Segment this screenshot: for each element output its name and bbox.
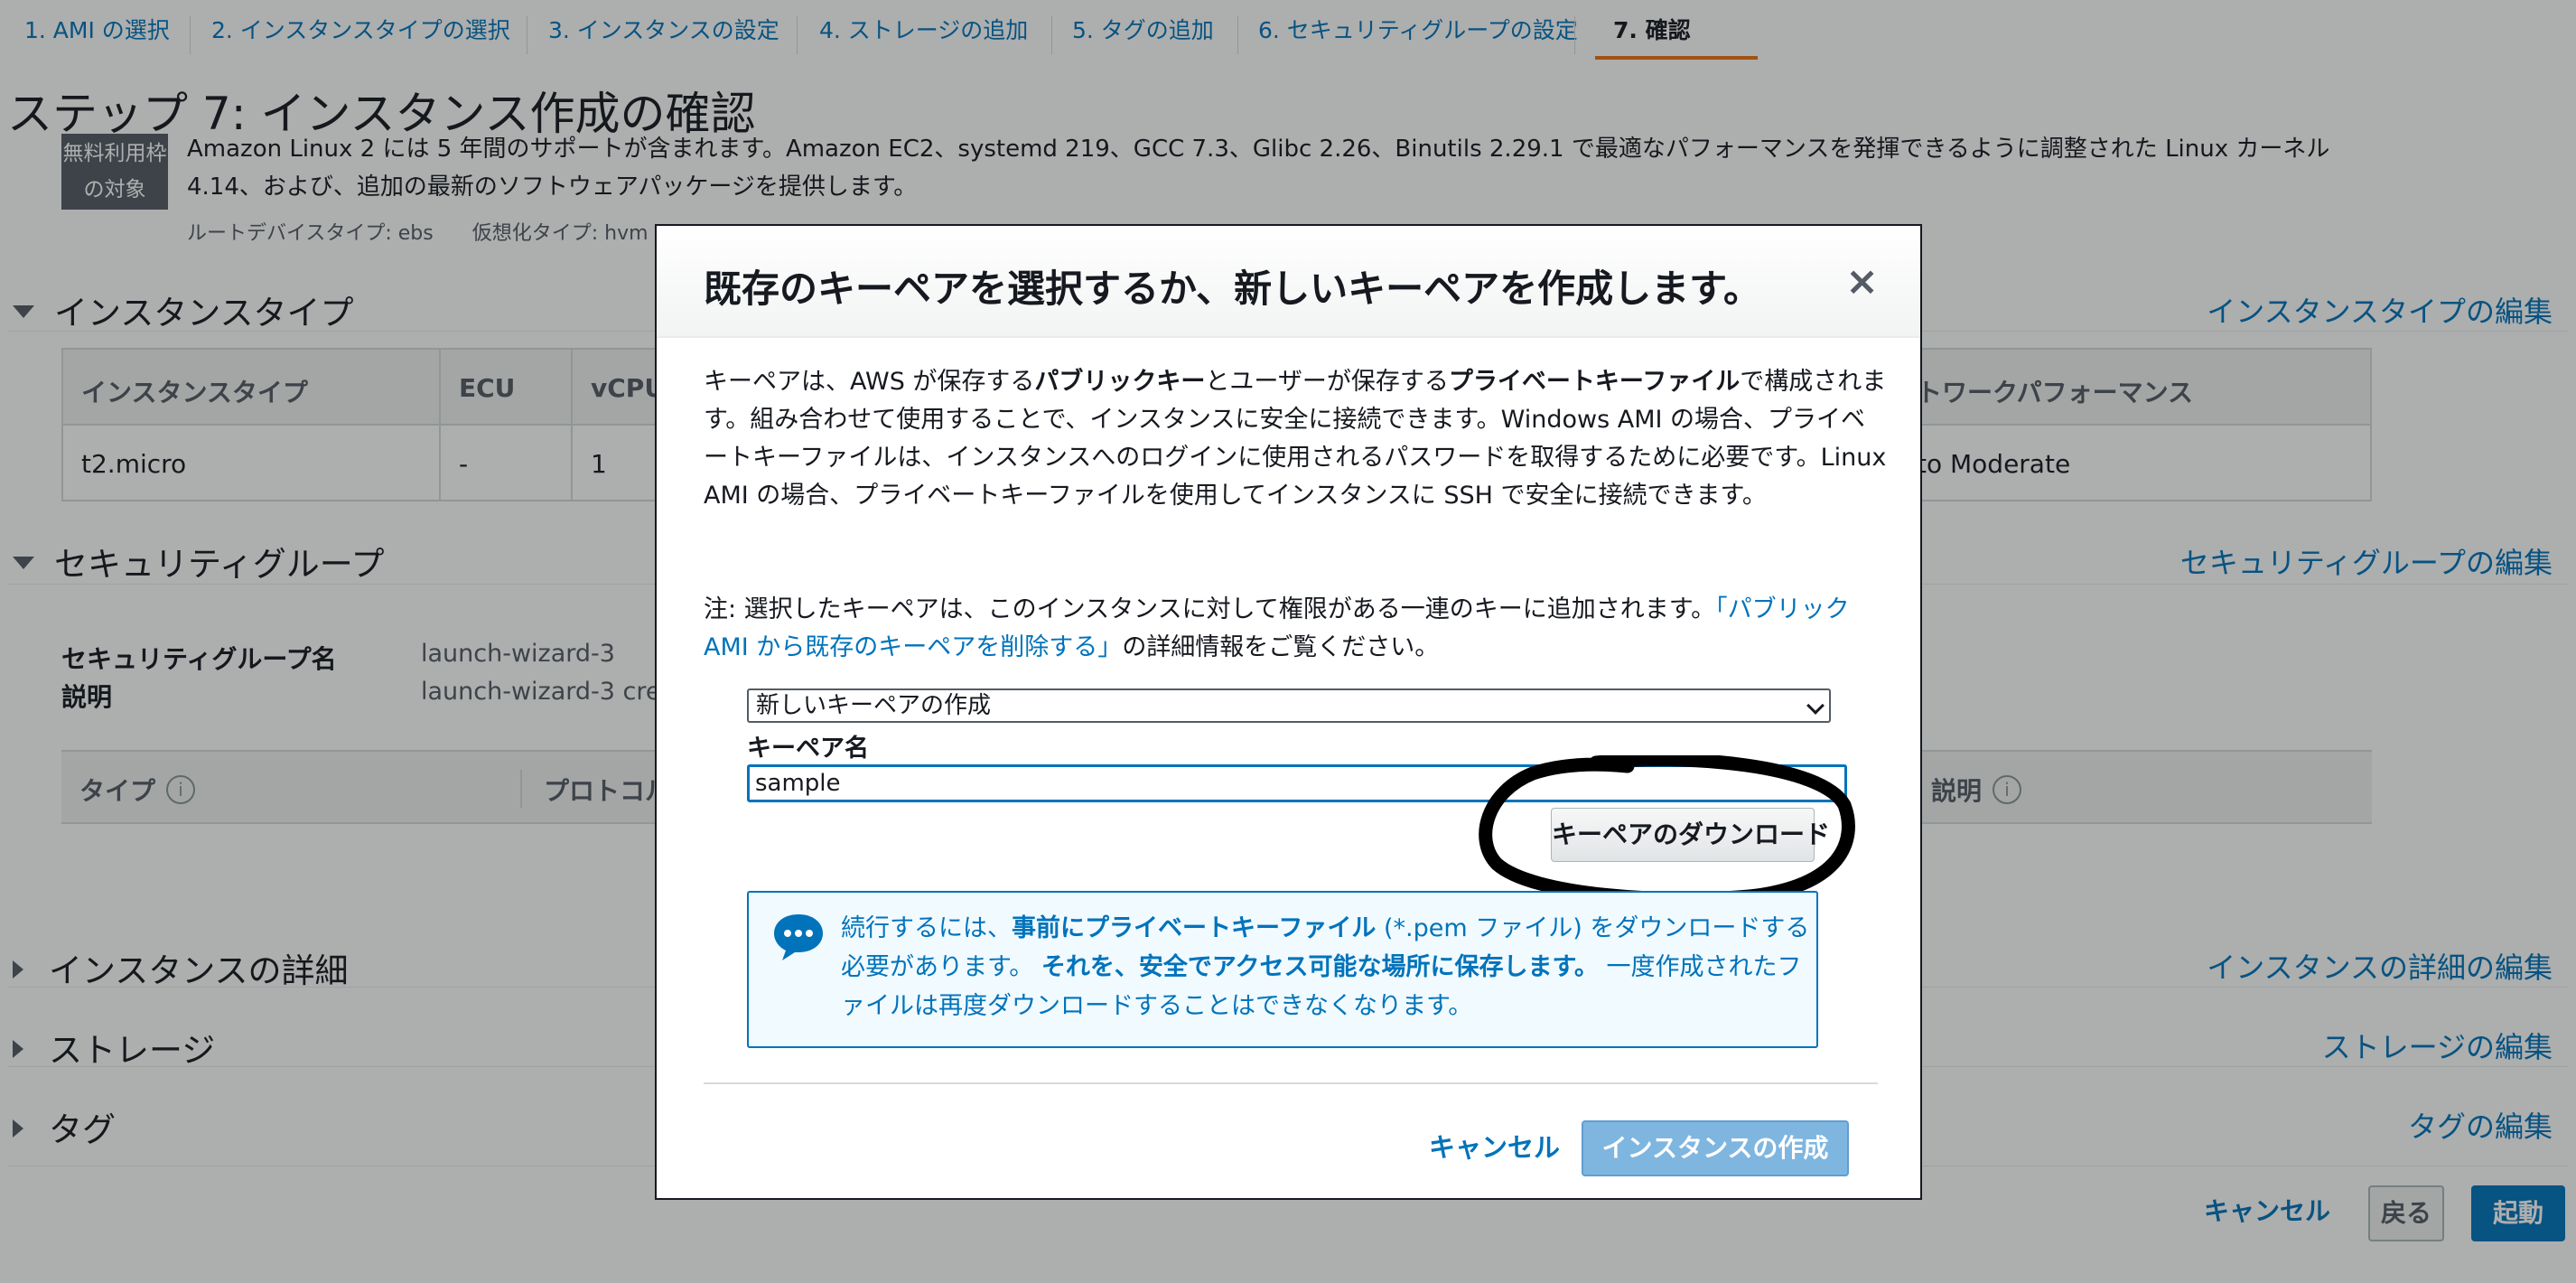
- keypair-dialog: 既存のキーペアを選択するか、新しいキーペアを作成します。 × キーペアは、AWS…: [655, 224, 1922, 1200]
- launch-instances-button[interactable]: インスタンスの作成: [1582, 1120, 1849, 1176]
- chat-bubble-icon: [774, 914, 823, 960]
- dialog-note: 注: 選択したキーペアは、このインスタンスに対して権限がある一連のキーに追加され…: [704, 591, 1887, 667]
- keypair-name-label: キーペア名: [747, 735, 869, 763]
- download-info-text: 続行するには、事前にプライベートキーファイル (*.pem ファイル) をダウン…: [841, 909, 1811, 1025]
- close-icon[interactable]: ×: [1845, 262, 1879, 302]
- note-text: 注: 選択したキーペアは、このインスタンスに対して権限がある一連のキーに追加され…: [704, 595, 1716, 623]
- info-text-bold: 事前にプライベートキーファイル: [1012, 914, 1377, 942]
- download-keypair-button[interactable]: キーペアのダウンロード: [1551, 808, 1830, 862]
- dialog-cancel-button[interactable]: キャンセル: [1429, 1120, 1560, 1175]
- keypair-name-input[interactable]: sample: [747, 764, 1847, 802]
- desc-bold: パブリックキー: [1034, 368, 1206, 396]
- desc-bold: プライベートキーファイル: [1448, 368, 1741, 396]
- dialog-description: キーペアは、AWS が保存するパブリックキーとユーザーが保存するプライベートキー…: [704, 363, 1887, 515]
- dialog-divider: [704, 1082, 1878, 1084]
- info-text-part: 続行するには、: [841, 914, 1012, 942]
- keypair-select-value: 新しいキーペアの作成: [756, 692, 992, 719]
- info-text-bold: それを、安全でアクセス可能な場所に保存します。: [1041, 953, 1599, 981]
- dialog-header: 既存のキーペアを選択するか、新しいキーペアを作成します。 ×: [657, 226, 1920, 338]
- note-text: の詳細情報をご覧ください。: [1122, 633, 1440, 661]
- download-info-box: 続行するには、事前にプライベートキーファイル (*.pem ファイル) をダウン…: [747, 891, 1818, 1048]
- chevron-down-icon: [1806, 697, 1825, 715]
- dialog-title: 既存のキーペアを選択するか、新しいキーペアを作成します。: [704, 267, 1761, 311]
- desc-text: とユーザーが保存する: [1205, 368, 1449, 396]
- keypair-select[interactable]: 新しいキーペアの作成: [747, 688, 1831, 723]
- desc-text: キーペアは、AWS が保存する: [704, 368, 1035, 396]
